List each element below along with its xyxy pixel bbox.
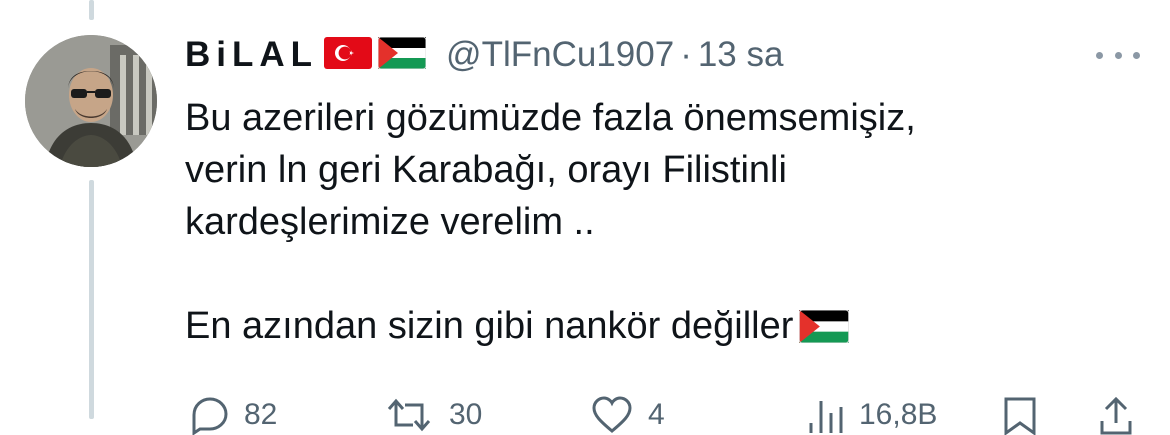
timestamp[interactable]: 13 sa	[698, 35, 784, 75]
retweet-icon	[387, 398, 431, 432]
reply-count: 82	[244, 398, 278, 431]
tweet-line: verin ln geri Karabağı, orayı Filistinli	[185, 149, 787, 191]
display-name[interactable]: BiLAL	[185, 35, 318, 75]
user-handle[interactable]: @TlFnCu1907	[446, 35, 674, 75]
dot-icon	[1114, 51, 1122, 59]
tweet-line: Bu azerileri gözümüzde fazla önemsemişiz…	[185, 97, 916, 139]
avatar[interactable]	[25, 35, 157, 167]
bookmark-icon	[1004, 397, 1036, 435]
thread-line-top	[89, 0, 94, 20]
dot-icon	[1133, 51, 1140, 59]
tweet-header: BiLAL @TlFnCu1907 · 13 sa	[185, 33, 783, 77]
separator-dot: ·	[680, 35, 692, 74]
avatar-photo-icon	[25, 35, 157, 167]
views-count: 16,8B	[859, 398, 938, 431]
palestine-flag-icon	[377, 36, 427, 74]
thread-line-bottom	[89, 180, 94, 419]
heart-icon	[592, 396, 632, 433]
closing-text: En azından sizin gibi nankör değiller	[185, 305, 794, 347]
retweet-count: 30	[449, 398, 483, 431]
reply-icon	[192, 397, 228, 435]
like-button[interactable]: 4	[590, 395, 665, 435]
like-count: 4	[648, 398, 665, 431]
tweet-closing-line: En azından sizin gibi nankör değiller	[185, 300, 1125, 357]
turkey-flag-icon	[324, 36, 373, 74]
tweet-line: kardeşlerimize verelim ..	[185, 201, 595, 243]
views-button[interactable]: 16,8B	[805, 395, 937, 435]
analytics-icon	[809, 401, 843, 433]
palestine-flag-icon	[799, 305, 850, 357]
more-options-button[interactable]	[1096, 46, 1140, 64]
bookmark-button[interactable]	[1002, 395, 1038, 435]
retweet-button[interactable]: 30	[383, 395, 482, 435]
share-icon	[1100, 396, 1132, 435]
share-button[interactable]	[1096, 395, 1136, 435]
reply-button[interactable]: 82	[186, 395, 277, 435]
dot-icon	[1096, 51, 1103, 59]
tweet-actions: 82 30 4 16,8B	[0, 395, 1170, 435]
tweet-body: Bu azerileri gözümüzde fazla önemsemişiz…	[185, 92, 1125, 357]
